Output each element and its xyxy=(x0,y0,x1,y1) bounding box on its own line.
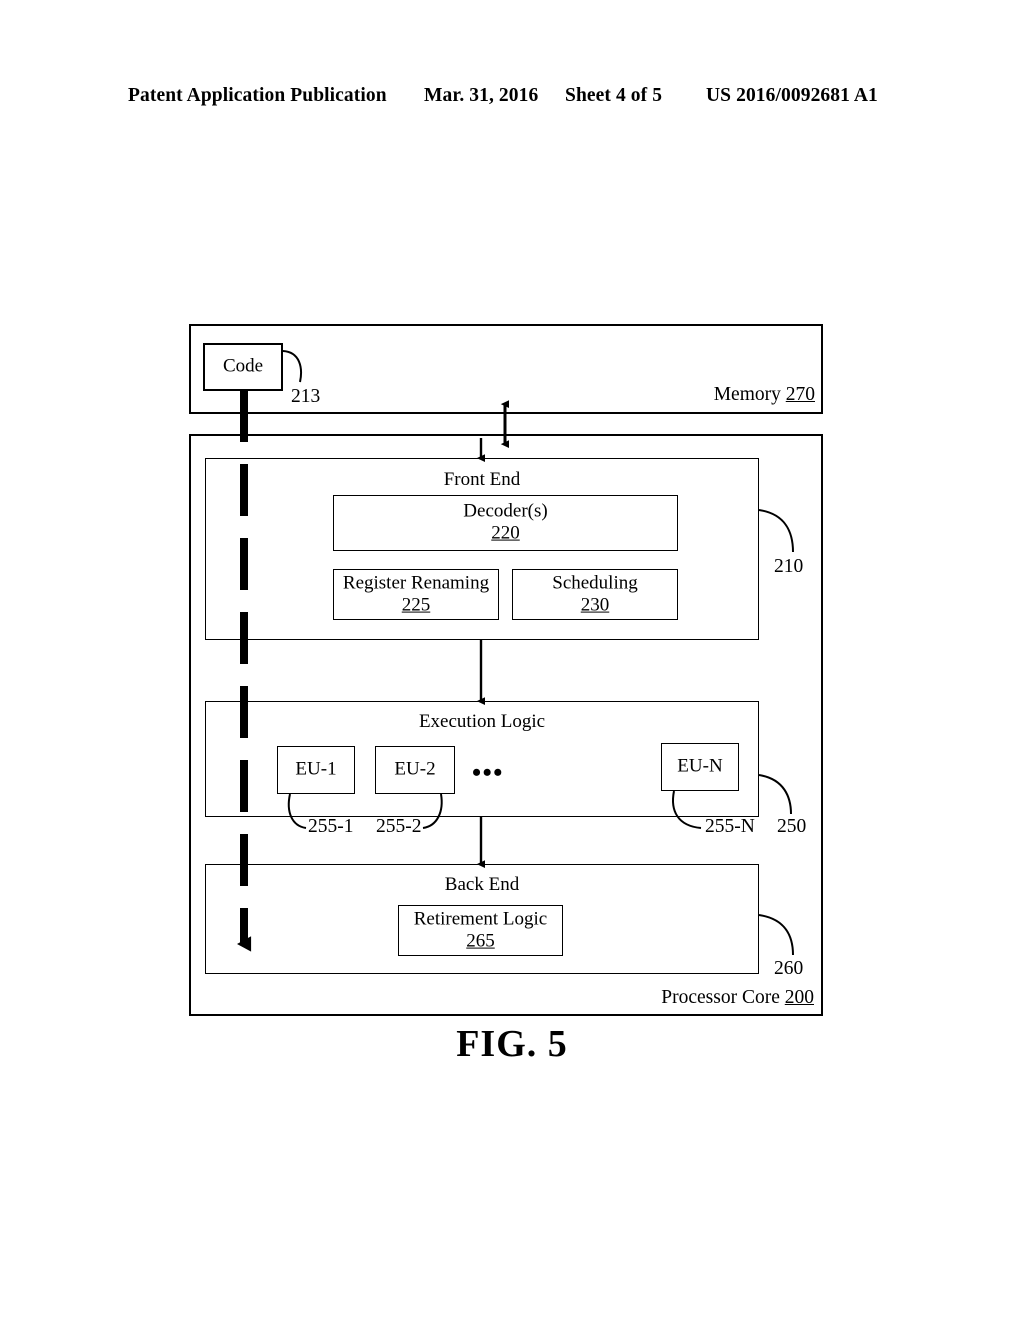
scheduling-text: Scheduling 230 xyxy=(513,572,677,617)
memory-caption: Memory 270 xyxy=(714,384,815,406)
retirement-logic-block: Retirement Logic 265 xyxy=(398,905,563,956)
front-end-title: Front End xyxy=(443,469,521,490)
back-end-ref-260: 260 xyxy=(774,958,804,979)
memory-block: Memory 270 xyxy=(189,324,823,414)
ellipsis-dots-icon: ••• xyxy=(472,758,504,787)
code-block: Code xyxy=(203,343,283,391)
execution-unit-1-block: EU-1 xyxy=(277,746,355,794)
execution-unit-n-label: EU-N xyxy=(677,755,723,777)
scheduling-ref: 230 xyxy=(580,594,610,616)
execution-logic-ref-250: 250 xyxy=(777,816,807,837)
memory-label: Memory xyxy=(713,384,781,405)
processor-core-ref: 200 xyxy=(784,987,814,1008)
processor-core-caption: Processor Core 200 xyxy=(661,987,814,1009)
code-ref-213: 213 xyxy=(291,386,321,407)
figure-caption: FIG. 5 xyxy=(456,1023,568,1065)
scheduling-label: Scheduling xyxy=(552,572,638,594)
code-label: Code xyxy=(222,355,264,377)
front-end-ref-210: 210 xyxy=(774,556,804,577)
decoder-label: Decoder(s) xyxy=(463,500,548,522)
retirement-logic-ref: 265 xyxy=(466,930,495,952)
register-renaming-text: Register Renaming 225 xyxy=(334,572,498,617)
execution-unit-2-block: EU-2 xyxy=(375,746,455,794)
memory-ref: 270 xyxy=(785,384,815,405)
execution-unit-2-ref: 255-2 xyxy=(376,816,422,837)
execution-logic-title: Execution Logic xyxy=(418,711,546,732)
execution-unit-n-ref: 255-N xyxy=(705,816,755,837)
register-renaming-label: Register Renaming xyxy=(342,572,490,594)
execution-unit-1-label: EU-1 xyxy=(295,758,337,780)
processor-core-label: Processor Core xyxy=(661,987,780,1008)
execution-unit-n-block: EU-N xyxy=(661,743,739,791)
execution-unit-2-label: EU-2 xyxy=(394,758,436,780)
register-renaming-block: Register Renaming 225 xyxy=(333,569,499,620)
retirement-logic-text: Retirement Logic 265 xyxy=(399,908,562,953)
register-renaming-ref: 225 xyxy=(401,594,431,616)
decoder-block: Decoder(s) 220 xyxy=(333,495,678,551)
execution-unit-1-ref: 255-1 xyxy=(308,816,354,837)
back-end-title: Back End xyxy=(444,874,520,895)
scheduling-block: Scheduling 230 xyxy=(512,569,678,620)
decoder-text: Decoder(s) 220 xyxy=(334,501,677,546)
retirement-logic-label: Retirement Logic xyxy=(413,908,548,930)
figure-5-diagram: Memory 270 Code 213 Processor Core 200 F… xyxy=(0,0,1024,1320)
decoder-ref: 220 xyxy=(491,523,520,544)
